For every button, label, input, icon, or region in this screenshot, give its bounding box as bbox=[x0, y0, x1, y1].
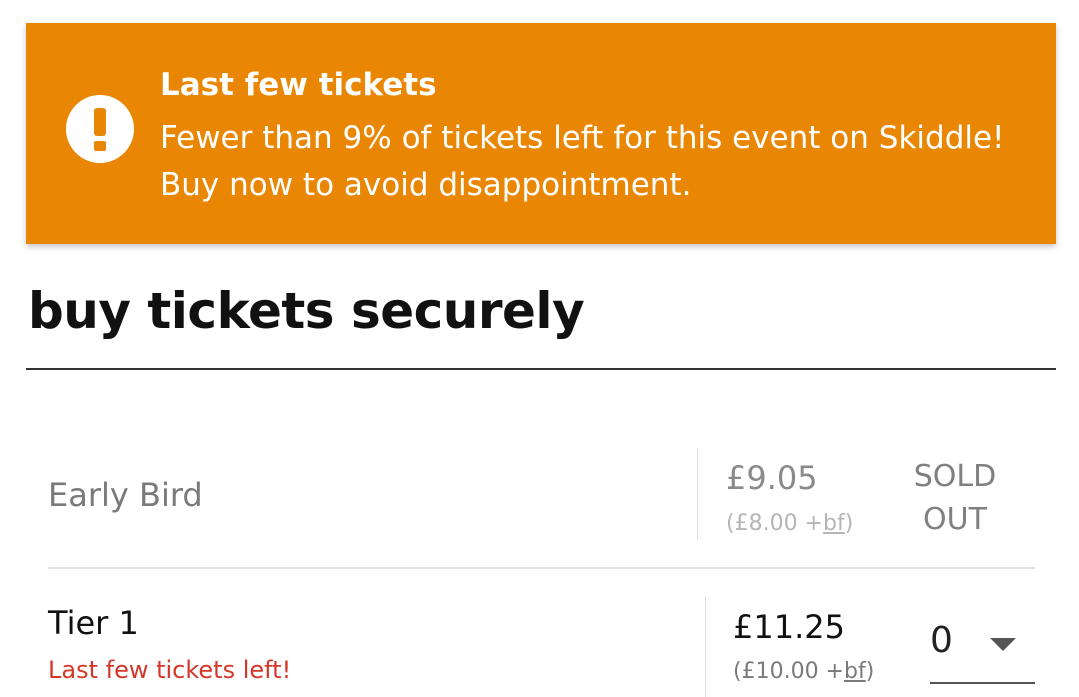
quantity-select[interactable]: 0 bbox=[930, 618, 1035, 684]
booking-fee-link[interactable]: bf bbox=[823, 511, 845, 536]
ticket-price: £9.05 bbox=[726, 459, 818, 497]
exclamation-circle-icon bbox=[66, 95, 134, 163]
column-divider bbox=[705, 597, 706, 697]
sold-out-label: SOLD OUT bbox=[913, 459, 997, 537]
column-divider bbox=[697, 448, 698, 540]
banner-title: Last few tickets bbox=[160, 67, 437, 103]
ticket-name: Early Bird bbox=[48, 476, 203, 514]
booking-fee-link[interactable]: bf bbox=[844, 659, 866, 684]
row-divider bbox=[48, 567, 1035, 569]
low-stock-warning: Last few tickets left! bbox=[48, 656, 292, 684]
ticket-name: Tier 1 bbox=[48, 604, 139, 642]
quantity-value: 0 bbox=[930, 620, 953, 661]
caret-down-icon bbox=[990, 638, 1016, 651]
ticket-base-price: (£8.00 +bf) bbox=[726, 511, 854, 536]
page-title: buy tickets securely bbox=[28, 282, 585, 340]
title-divider bbox=[26, 368, 1056, 370]
banner-message: Fewer than 9% of tickets left for this e… bbox=[160, 120, 1005, 203]
ticket-base-price: (£10.00 +bf) bbox=[733, 659, 875, 684]
ticket-price: £11.25 bbox=[733, 608, 845, 646]
